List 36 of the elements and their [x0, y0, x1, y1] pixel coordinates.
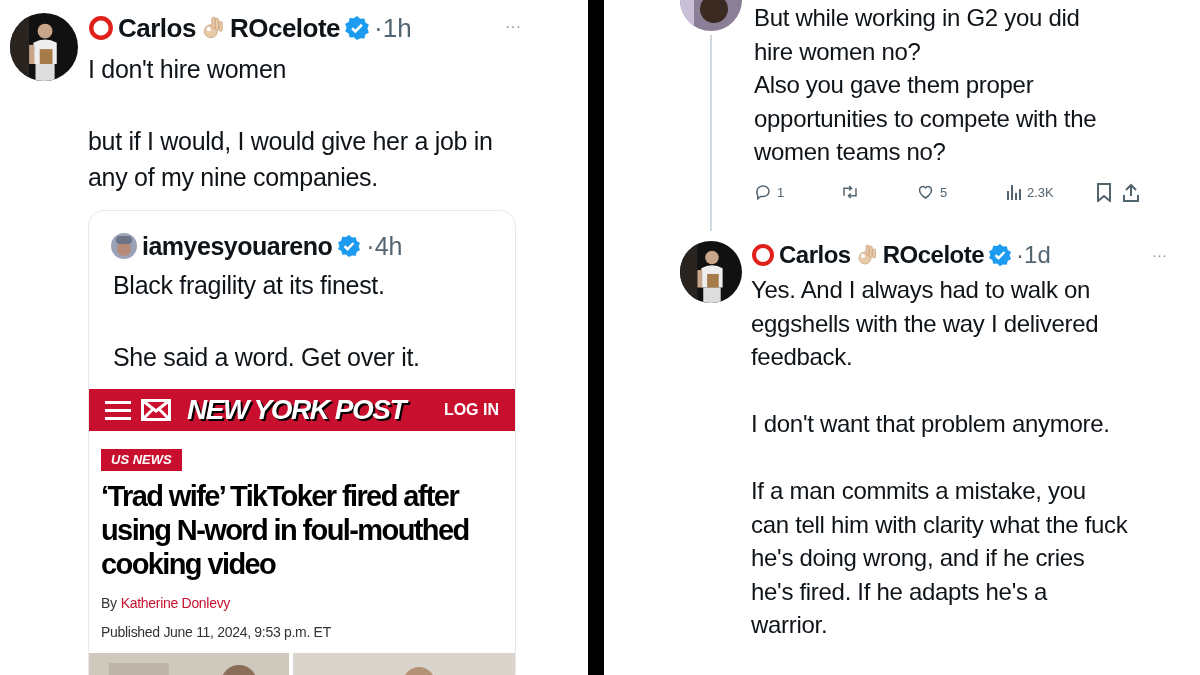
quote-text: She said a word. Get over it. — [113, 342, 421, 373]
section-tag[interactable]: US NEWS — [101, 449, 182, 471]
author-name[interactable]: ROcelote — [882, 243, 985, 267]
author-name[interactable]: Carlos — [779, 243, 851, 267]
reply-icon[interactable] — [754, 183, 772, 202]
publish-date: Published June 11, 2024, 9:53 p.m. ET — [101, 622, 332, 642]
tweet-text: I don't hire women — [88, 54, 288, 85]
menu-icon[interactable] — [105, 399, 131, 421]
quote-card[interactable] — [88, 210, 516, 675]
author-name[interactable]: ROcelote — [229, 15, 341, 41]
ring-icon — [751, 243, 775, 267]
author-name[interactable]: iamyesyouareno — [142, 233, 333, 259]
reply-text: But while working in G2 you did hire women no? — [754, 3, 1081, 67]
author-name[interactable]: Carlos — [118, 15, 196, 41]
timestamp[interactable]: ·1h — [374, 15, 412, 41]
envelope-icon[interactable] — [141, 399, 171, 421]
timestamp[interactable]: ·1d — [1016, 243, 1051, 267]
views-count: 2.3K — [1027, 183, 1054, 202]
quote-text: Black fragility at its finest. — [113, 270, 386, 301]
tweet-text: I don't want that problem anymore. — [751, 409, 1111, 439]
views-icon[interactable] — [1006, 183, 1022, 202]
article-headline[interactable]: ‘Trad wife’ TikToker fired after using N-word in foul-mouthed cooking video — [101, 478, 473, 581]
like-icon[interactable] — [916, 183, 935, 202]
like-count: 5 — [940, 183, 948, 202]
login-link[interactable]: LOG IN — [443, 398, 499, 422]
reply-count: 1 — [777, 183, 785, 202]
author-link[interactable]: Katherine Donlevy — [120, 592, 231, 614]
share-icon[interactable] — [1122, 182, 1140, 202]
reply-text: Also you gave them proper opportunities to compete with the women teams no? — [754, 70, 1098, 167]
bookmark-icon[interactable] — [1096, 182, 1112, 202]
tweet-text: Yes. And I always had to walk on eggshells with the way I delivered feedback. — [751, 275, 1100, 372]
ring-icon — [88, 15, 114, 41]
tweet-text: If a man commits a mistake, you can tell him with clarity what the fuck he's doing wrong, and if he cries he's fired. If he adapts he's a warrior. — [751, 476, 1129, 640]
timestamp[interactable]: ·4h — [366, 233, 403, 259]
byline-label: By — [101, 593, 117, 613]
tweet-text: but if I would, I would give her a job in any of my nine companies. — [88, 126, 494, 193]
